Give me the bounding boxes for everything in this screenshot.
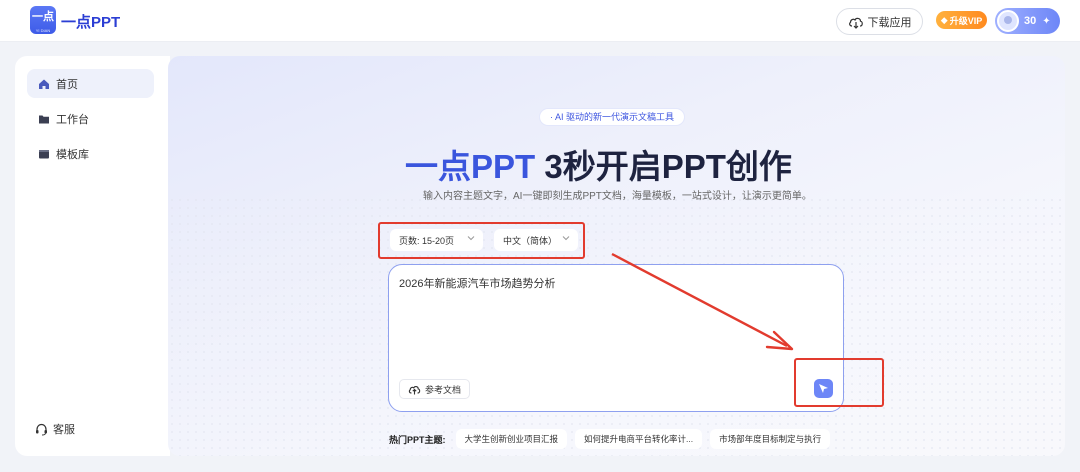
annotation-arrow [611, 252, 794, 351]
